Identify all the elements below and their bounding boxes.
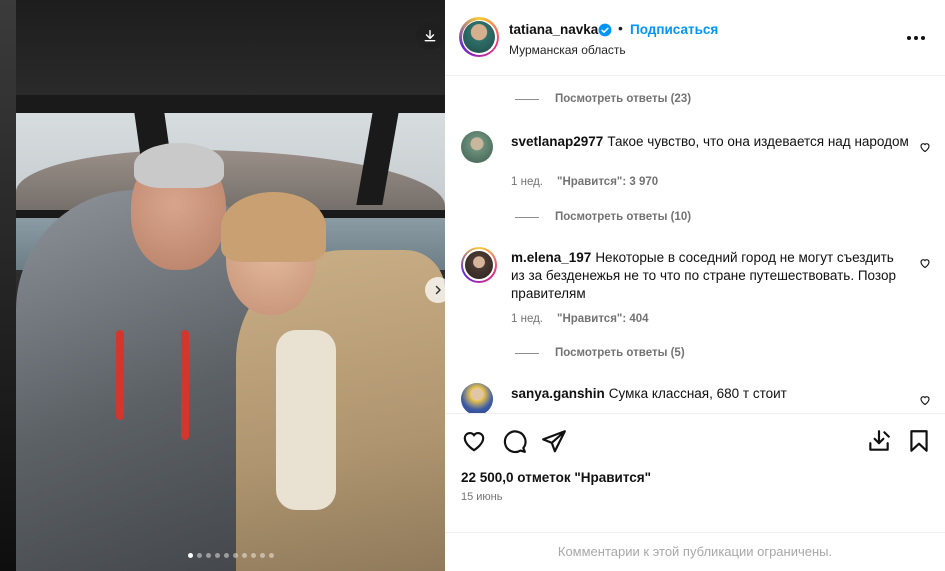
post-actions: 22 500,0 отметок "Нравится" 15 июнь Комм… xyxy=(445,413,945,571)
author-avatar[interactable] xyxy=(459,17,499,57)
carousel-dot xyxy=(206,553,211,558)
share-icon[interactable] xyxy=(541,428,567,454)
download-button[interactable] xyxy=(416,22,444,50)
carousel-dot xyxy=(233,553,238,558)
more-options-button[interactable] xyxy=(905,29,927,47)
comments-list[interactable]: Посмотреть ответы (23) svetlanap2977 Тако… xyxy=(445,77,945,413)
verified-badge-icon xyxy=(598,23,612,37)
author-username[interactable]: tatiana_navka xyxy=(509,22,598,37)
carousel-dot xyxy=(251,553,256,558)
save-download-icon[interactable] xyxy=(866,428,892,454)
view-replies-button[interactable]: Посмотреть ответы (10) xyxy=(515,211,691,223)
comment-item: sanya.ganshin Сумка классная, 680 т стоит xyxy=(461,383,936,413)
comment-icon[interactable] xyxy=(501,428,527,454)
carousel-dot xyxy=(188,553,193,558)
comment-body: svetlanap2977 Такое чувство, что она изде… xyxy=(511,133,911,151)
post-date[interactable]: 15 июнь xyxy=(461,491,503,503)
carousel-dot xyxy=(224,553,229,558)
carousel-dot xyxy=(269,553,274,558)
comment-text: Сумка классная, 680 т стоит xyxy=(608,386,787,401)
view-replies-button[interactable]: Посмотреть ответы (5) xyxy=(515,347,685,359)
carousel-dot xyxy=(215,553,220,558)
carousel-dots xyxy=(188,553,274,558)
carousel-dot xyxy=(260,553,265,558)
post-modal: tatiana_navka • Подписаться Мурманская о… xyxy=(0,0,945,571)
heart-icon[interactable] xyxy=(919,141,931,153)
avatar[interactable] xyxy=(461,383,493,413)
comment-meta: 1 нед. "Нравится": 3 970 xyxy=(511,176,658,188)
avatar[interactable] xyxy=(461,131,493,163)
view-replies-label: Посмотреть ответы (5) xyxy=(555,347,685,359)
comment-time[interactable]: 1 нед. xyxy=(511,313,543,325)
comment-item: m.elena_197 Некоторые в соседний город не… xyxy=(461,247,936,357)
carousel-dot xyxy=(242,553,247,558)
comment-body: m.elena_197 Некоторые в соседний город не… xyxy=(511,249,911,303)
heart-icon[interactable] xyxy=(919,394,931,406)
post-header: tatiana_navka • Подписаться Мурманская о… xyxy=(445,0,945,76)
comment-body: sanya.ganshin Сумка классная, 680 т стоит xyxy=(511,385,911,403)
avatar[interactable] xyxy=(461,247,497,283)
comment-text: Такое чувство, что она издевается над на… xyxy=(607,134,909,149)
chevron-right-icon xyxy=(435,285,441,295)
post-details-panel: tatiana_navka • Подписаться Мурманская о… xyxy=(445,0,945,571)
likes-count[interactable]: 22 500,0 отметок "Нравится" xyxy=(461,470,651,485)
comment-username[interactable]: sanya.ganshin xyxy=(511,386,605,401)
comment-time[interactable]: 1 нед. xyxy=(511,176,543,188)
more-horizontal-icon xyxy=(907,36,911,40)
carousel-dot xyxy=(197,553,202,558)
comment-item: svetlanap2977 Такое чувство, что она изде… xyxy=(461,131,936,241)
comment-username[interactable]: svetlanap2977 xyxy=(511,134,603,149)
comment-likes[interactable]: "Нравится": 404 xyxy=(557,313,649,325)
post-location[interactable]: Мурманская область xyxy=(509,43,626,57)
heart-icon[interactable] xyxy=(919,257,931,269)
background-page-edge xyxy=(0,0,16,571)
bookmark-icon[interactable] xyxy=(906,428,932,454)
download-icon xyxy=(424,30,436,42)
comment-meta: 1 нед. "Нравится": 404 xyxy=(511,313,649,325)
view-replies-label: Посмотреть ответы (23) xyxy=(555,93,692,105)
heart-icon[interactable] xyxy=(461,428,487,454)
view-replies-button[interactable]: Посмотреть ответы (23) xyxy=(515,93,691,105)
view-replies-label: Посмотреть ответы (10) xyxy=(555,211,692,223)
post-photo xyxy=(16,0,445,571)
follow-button[interactable]: Подписаться xyxy=(630,22,718,37)
comment-username[interactable]: m.elena_197 xyxy=(511,250,591,265)
comments-limited-notice: Комментарии к этой публикации ограничены… xyxy=(445,532,945,571)
post-media[interactable] xyxy=(16,0,445,571)
header-separator: • xyxy=(618,20,623,36)
carousel-next-button[interactable] xyxy=(425,277,445,303)
comment-likes[interactable]: "Нравится": 3 970 xyxy=(557,176,658,188)
